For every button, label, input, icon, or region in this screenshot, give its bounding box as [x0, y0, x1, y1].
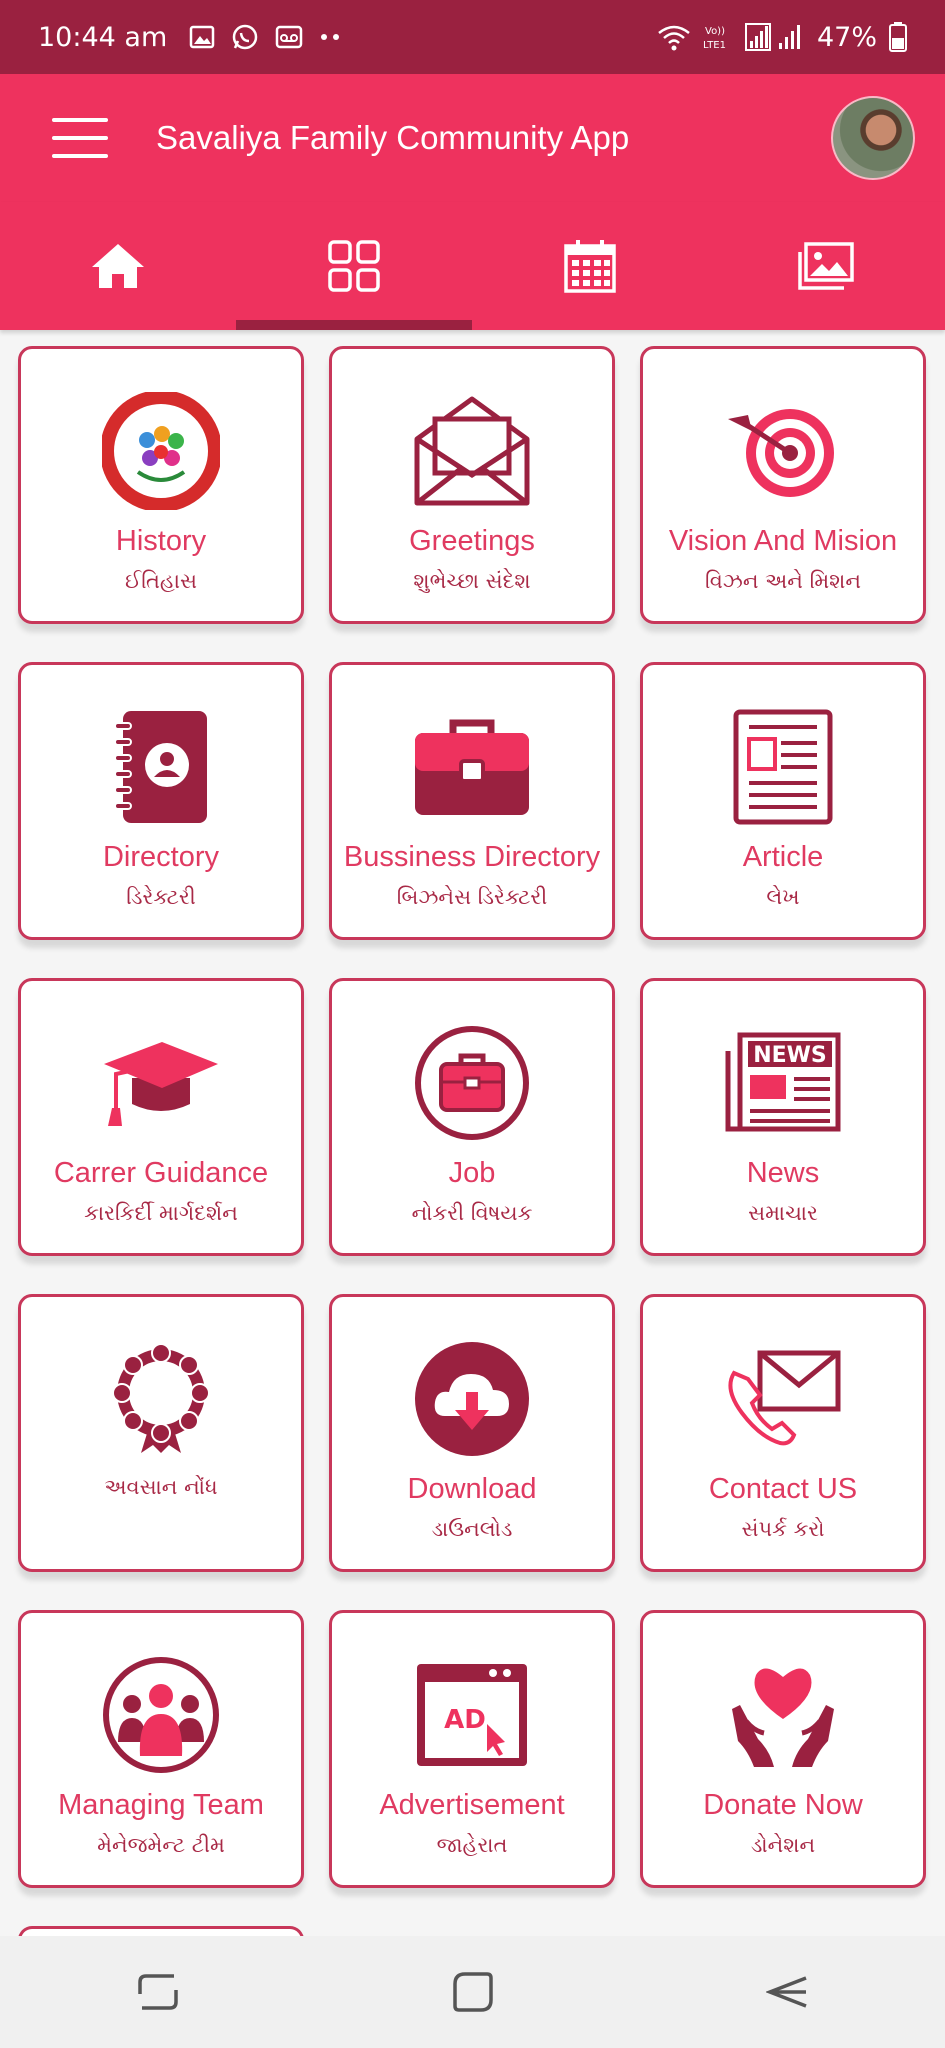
card-subtitle: બિઝનેસ ડિરેક્ટરી: [396, 885, 548, 909]
card-title: Job: [448, 1157, 496, 1189]
avatar[interactable]: [831, 96, 915, 180]
tab-selected-indicator: [236, 320, 472, 330]
card-subtitle: જાહેરાત: [436, 1833, 508, 1857]
menu-grid: History ઈતિહાસ Greetings શુભેચ્છા સંદેશ …: [0, 330, 945, 1936]
card-subtitle: ડિરેક્ટરી: [126, 885, 196, 909]
wifi-icon: [658, 25, 690, 51]
wreath-icon: [112, 1343, 210, 1453]
card-title: Article: [742, 841, 824, 873]
card-subtitle: શુભેચ્છા સંદેશ: [413, 569, 531, 593]
card-title: Donate Now: [703, 1789, 863, 1821]
card-subtitle: ડાઉનલોડ: [431, 1517, 513, 1541]
card-partial[interactable]: [18, 1926, 304, 1936]
voicemail-icon: [276, 25, 303, 49]
card-title: Vision And Mision: [668, 525, 898, 557]
signal-icon: [744, 23, 800, 51]
card-title: Advertisement: [379, 1789, 565, 1821]
tab-grid[interactable]: [236, 202, 472, 330]
card-obituary[interactable]: અવસાન નોંધ: [18, 1294, 304, 1572]
card-subtitle: લેખ: [766, 885, 800, 909]
status-notification-icons: [189, 23, 341, 51]
card-subtitle: અવસાન નોંધ: [104, 1475, 218, 1499]
card-title: Managing Team: [58, 1789, 264, 1821]
status-system-icons: Vo)) LTE1 47%: [657, 22, 907, 53]
card-subtitle: વિઝન અને મિશન: [704, 569, 862, 593]
newspaper-icon: NEWS: [725, 1032, 841, 1132]
donate-heart-hands-icon: [732, 1668, 834, 1767]
cloud-download-icon: [415, 1342, 529, 1456]
card-greetings[interactable]: Greetings શુભેચ્છા સંદેશ: [329, 346, 615, 624]
card-managing-team[interactable]: Managing Team મેનેજમેન્ટ ટીમ: [18, 1610, 304, 1888]
gallery-icon: [798, 242, 854, 290]
history-logo-icon: [102, 392, 220, 510]
tab-bar: [0, 202, 945, 330]
card-subtitle: ઈતિહાસ: [125, 569, 197, 593]
calendar-icon: [564, 240, 616, 293]
card-subtitle: સંપર્ક કરો: [741, 1517, 825, 1541]
card-download[interactable]: Download ડાઉનલોડ: [329, 1294, 615, 1572]
image-icon: [190, 25, 215, 49]
home-square-icon[interactable]: [451, 1970, 495, 2014]
card-directory[interactable]: Directory ડિરેક્ટરી: [18, 662, 304, 940]
target-icon: [728, 409, 834, 497]
tab-gallery[interactable]: [708, 202, 944, 330]
card-history[interactable]: History ઈતિહાસ: [18, 346, 304, 624]
contact-phone-mail-icon: [728, 1350, 841, 1446]
volte-icon: Vo)) LTE1: [703, 26, 726, 51]
card-carrer-guidance[interactable]: Carrer Guidance કારકિર્દી માર્ગદર્શન: [18, 978, 304, 1256]
card-subtitle: મેનેજમેન્ટ ટીમ: [97, 1833, 225, 1857]
card-title: Download: [407, 1473, 537, 1505]
card-title: Contact US: [708, 1473, 858, 1505]
card-advertisement[interactable]: AD Advertisement જાહેરાત: [329, 1610, 615, 1888]
battery-icon: [889, 22, 907, 52]
briefcase-icon: [415, 719, 529, 815]
card-subtitle: સમાચાર: [748, 1201, 818, 1225]
app-title: Savaliya Family Community App: [156, 119, 630, 156]
battery-percent: 47%: [816, 21, 877, 53]
back-icon[interactable]: [765, 1970, 810, 2014]
card-subtitle: ડોનેશન: [750, 1833, 816, 1857]
address-book-icon: [114, 711, 207, 823]
card-title: Greetings: [409, 525, 535, 557]
svg-text:LTE1: LTE1: [703, 40, 726, 51]
menu-icon[interactable]: [52, 118, 108, 158]
card-vision-and-mision[interactable]: Vision And Mision વિઝન અને મિશન: [640, 346, 926, 624]
card-contact-us[interactable]: Contact US સંપર્ક કરો: [640, 1294, 926, 1572]
tab-home[interactable]: [0, 202, 236, 330]
card-job[interactable]: Job નોકરી વિષયક: [329, 978, 615, 1256]
advertisement-icon-text: AD: [444, 1705, 486, 1735]
job-briefcase-icon: [415, 1026, 529, 1140]
system-nav-bar: [0, 1936, 945, 2048]
card-title: Bussiness Directory: [343, 841, 601, 873]
card-title: News: [746, 1157, 820, 1189]
status-bar: 10:44 am Vo)) LTE1 47%: [0, 0, 945, 74]
card-subtitle: કારકિર્દી માર્ગદર્શન: [84, 1201, 238, 1225]
more-dots-icon: [321, 34, 340, 40]
app-bar: Savaliya Family Community App: [0, 74, 945, 202]
card-title: History: [115, 525, 207, 557]
team-icon: [103, 1657, 219, 1773]
article-icon: [733, 709, 833, 825]
graduation-cap-icon: [104, 1042, 218, 1126]
card-donate-now[interactable]: Donate Now ડોનેશન: [640, 1610, 926, 1888]
news-icon-text: NEWS: [753, 1043, 827, 1068]
home-icon: [92, 244, 144, 288]
card-title: Directory: [102, 841, 219, 873]
card-news[interactable]: NEWS News સમાચાર: [640, 978, 926, 1256]
card-subtitle: નોકરી વિષયક: [411, 1201, 533, 1225]
svg-text:Vo)): Vo)): [705, 26, 725, 37]
card-article[interactable]: Article લેખ: [640, 662, 926, 940]
envelope-open-icon: [414, 396, 530, 506]
card-title: Carrer Guidance: [53, 1157, 269, 1189]
tab-calendar[interactable]: [472, 202, 708, 330]
status-time: 10:44 am: [38, 21, 168, 53]
card-bussiness-directory[interactable]: Bussiness Directory બિઝનેસ ડિરેક્ટરી: [329, 662, 615, 940]
advertisement-icon: AD: [417, 1664, 527, 1766]
recents-icon[interactable]: [136, 1970, 180, 2014]
whatsapp-icon: [233, 24, 258, 50]
grid-icon: [328, 240, 380, 292]
